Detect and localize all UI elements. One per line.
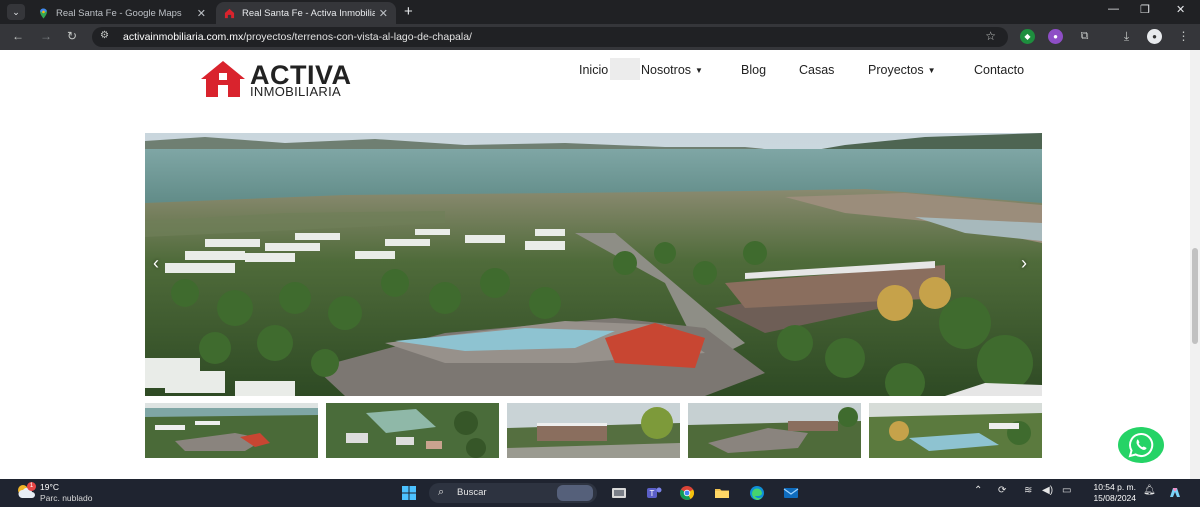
chevron-down-icon: ▼	[695, 66, 703, 75]
thumbnail[interactable]	[869, 403, 1042, 458]
shield-extension-icon[interactable]: ◆	[1020, 29, 1035, 44]
nav-inicio[interactable]: Inicio	[579, 62, 608, 78]
whatsapp-chat-button[interactable]	[1118, 427, 1164, 463]
back-button[interactable]: ←	[12, 29, 24, 43]
close-tab-icon[interactable]: ✕	[379, 7, 388, 20]
project-image-slider[interactable]: ‹ ›	[145, 133, 1042, 396]
nav-blog[interactable]: Blog	[741, 62, 766, 78]
wifi-icon[interactable]: ≋	[1024, 485, 1032, 496]
thumbnail[interactable]	[507, 403, 680, 458]
lake-development-rendering	[145, 133, 1042, 396]
site-info-icon[interactable]: ⚙	[100, 30, 109, 41]
slider-thumbnails	[145, 403, 1042, 458]
clock-date[interactable]: 15/08/2024	[1083, 493, 1136, 503]
activa-house-icon	[224, 8, 235, 18]
tab-strip: ⌄ Real Santa Fe - Google Maps ✕ Real San…	[0, 0, 1200, 24]
new-tab-button[interactable]: +	[404, 3, 413, 20]
site-logo[interactable]: ACTIVA INMOBILIARIA	[200, 60, 360, 99]
url-text: activainmobiliaria.com.mx/proyectos/terr…	[123, 31, 472, 43]
chevron-up-icon[interactable]: ⌃	[974, 485, 982, 496]
chrome-icon[interactable]	[679, 485, 695, 501]
nav-nosotros[interactable]: Nosotros ▼	[641, 62, 703, 79]
puzzle-extensions-icon[interactable]: ⧉	[1077, 29, 1092, 44]
tab-title: Real Santa Fe - Activa Inmobiliaria	[242, 7, 375, 19]
web-page: ACTIVA INMOBILIARIA Inicio Nosotros ▼ Blo…	[0, 50, 1200, 479]
chevron-down-icon: ⌄	[12, 7, 20, 17]
logo-subtitle: INMOBILIARIA	[250, 84, 342, 99]
clock-time[interactable]: 10:54 p. m.	[1088, 482, 1136, 492]
windows-start-icon[interactable]	[401, 485, 417, 501]
color-extension-icon[interactable]: ●	[1048, 29, 1063, 44]
google-maps-pin-icon	[40, 7, 47, 19]
slider-next-arrow[interactable]: ›	[1021, 253, 1027, 274]
activa-logo-house-icon	[201, 61, 245, 97]
page-scrollbar[interactable]	[1190, 50, 1200, 479]
weather-temp[interactable]: 19°C	[40, 482, 59, 492]
weather-badge: 1	[27, 482, 36, 491]
close-window-button[interactable]: ✕	[1176, 3, 1185, 16]
scrollbar-thumb[interactable]	[1192, 248, 1198, 344]
tab-title: Real Santa Fe - Google Maps	[56, 7, 182, 19]
search-icon: ⌕	[438, 486, 445, 498]
edge-icon[interactable]	[749, 485, 765, 501]
thumbnail[interactable]	[145, 403, 318, 458]
download-icon[interactable]: ⤓	[1119, 29, 1134, 44]
profile-avatar-icon[interactable]: ●	[1147, 29, 1162, 44]
file-explorer-window-icon[interactable]	[611, 485, 627, 501]
nav-casas[interactable]: Casas	[799, 62, 834, 78]
folder-icon[interactable]	[714, 485, 730, 501]
svg-text:T: T	[650, 489, 655, 498]
weather-desc[interactable]: Parc. nublado	[40, 493, 92, 503]
windows-taskbar: 1 19°C Parc. nublado ⌕ Buscar T ⌃ ⟳ ≋ ◀)…	[0, 479, 1200, 507]
kebab-menu-icon[interactable]: ⋮	[1176, 29, 1191, 44]
map-attribution-ghost	[600, 80, 1040, 86]
chevron-down-icon: ▼	[927, 66, 936, 75]
restore-button[interactable]: ❐	[1140, 3, 1150, 16]
search-label: Buscar	[457, 487, 487, 498]
forward-button[interactable]: →	[40, 29, 52, 43]
sync-icon[interactable]: ⟳	[998, 485, 1006, 496]
teams-icon[interactable]: T	[646, 485, 662, 501]
nav-proyectos[interactable]: Proyectos ▼	[868, 62, 936, 79]
address-bar[interactable]: ⚙ activainmobiliaria.com.mx/proyectos/te…	[92, 27, 1008, 47]
copilot-icon[interactable]	[1167, 485, 1183, 501]
nav-hover-highlight	[610, 58, 640, 80]
bookmark-star-icon[interactable]: ☆	[985, 29, 996, 43]
whatsapp-icon	[1128, 432, 1154, 458]
search-highlight-image	[557, 485, 593, 501]
close-tab-icon[interactable]: ✕	[197, 7, 206, 20]
thumbnail[interactable]	[326, 403, 499, 458]
tab-google-maps[interactable]: Real Santa Fe - Google Maps ✕	[30, 2, 214, 24]
tab-search-button[interactable]: ⌄	[7, 4, 25, 20]
battery-icon[interactable]: ▭	[1062, 485, 1071, 496]
nav-contacto[interactable]: Contacto	[974, 62, 1024, 78]
browser-toolbar: ← → ↻ ⚙ activainmobiliaria.com.mx/proyec…	[0, 24, 1200, 50]
taskbar-search[interactable]: ⌕ Buscar	[429, 483, 597, 503]
mail-icon[interactable]	[783, 485, 799, 501]
tab-activa-inmobiliaria[interactable]: Real Santa Fe - Activa Inmobiliaria ✕	[216, 2, 396, 24]
slider-prev-arrow[interactable]: ‹	[153, 253, 159, 274]
speaker-icon[interactable]: ◀)	[1042, 485, 1053, 496]
thumbnail[interactable]	[688, 403, 861, 458]
notifications-bell-icon[interactable]: 🔔︎	[1143, 485, 1156, 496]
reload-button[interactable]: ↻	[67, 29, 77, 43]
minimize-button[interactable]: —	[1108, 3, 1119, 15]
